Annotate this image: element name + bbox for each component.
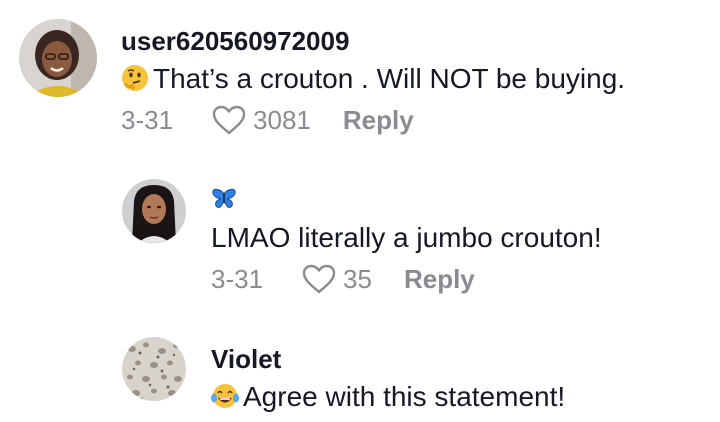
comment-date: 3-31 (121, 104, 174, 135)
like-count: 35 (343, 263, 372, 294)
comment-text: LMAO literally a jumbo crouton! (211, 222, 602, 253)
comment-item: Violet Agree with this statement! (0, 330, 720, 422)
heart-icon (212, 105, 246, 135)
like-count: 3081 (253, 104, 311, 135)
comment-date: 3-31 (211, 263, 264, 294)
avatar[interactable] (122, 179, 186, 243)
reply-button[interactable]: Reply (343, 105, 414, 136)
comment-meta: 3-31 35 Reply (211, 263, 475, 295)
comment-text: Agree with this statement! (211, 381, 565, 417)
like-button[interactable]: 35 (301, 263, 404, 295)
user-avatar-image (122, 179, 186, 243)
comment-username[interactable]: Violet (211, 344, 281, 375)
heart-icon (302, 264, 336, 294)
blue-butterfly-icon (212, 188, 236, 208)
reply-button[interactable]: Reply (404, 264, 475, 295)
comment-text-body: That’s a crouton . Will NOT be buying. (153, 63, 626, 94)
like-button[interactable]: 3081 (211, 104, 343, 136)
tears-of-joy-emoji-icon (211, 382, 239, 417)
comment-username[interactable]: user620560972009 (121, 26, 349, 57)
reply-comment-item: LMAO literally a jumbo crouton! 3-31 35 … (0, 170, 720, 310)
thinking-face-emoji-icon (121, 64, 149, 99)
avatar[interactable] (122, 337, 186, 401)
user-avatar-image (122, 337, 186, 401)
comment-meta: 3-31 3081 Reply (121, 104, 414, 136)
comment-text: That’s a crouton . Will NOT be buying. (121, 63, 625, 99)
user-avatar-image (19, 19, 97, 97)
avatar[interactable] (19, 19, 97, 97)
comment-item: user620560972009 That’s a crouton . Will… (0, 0, 720, 160)
comment-text-body: Agree with this statement! (243, 381, 566, 412)
comment-username[interactable] (211, 186, 237, 217)
